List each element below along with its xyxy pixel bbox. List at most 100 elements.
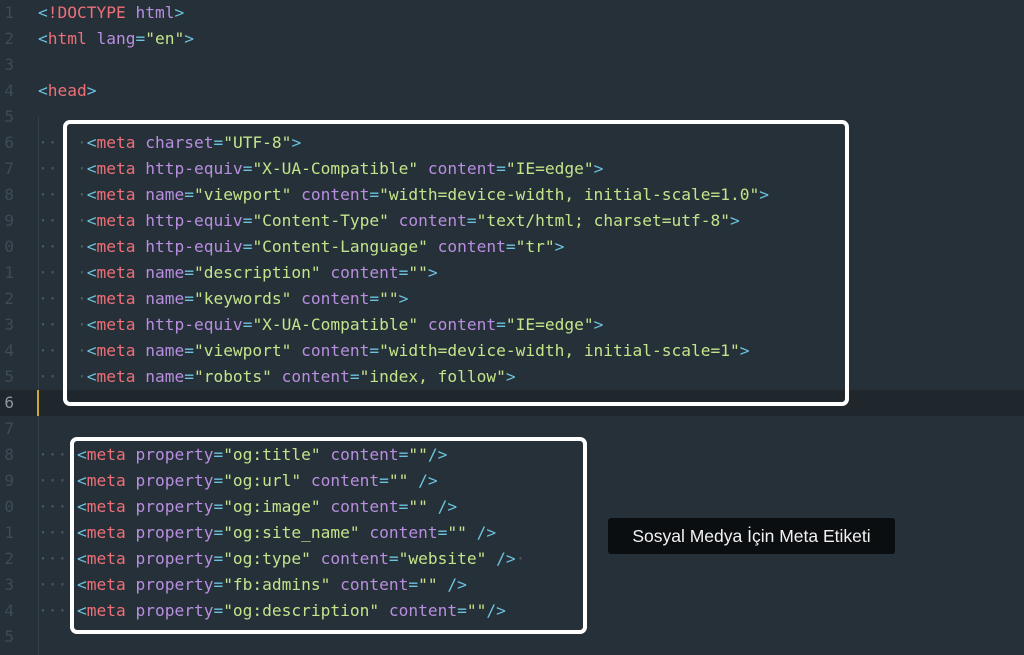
token-str: "UTF-8" [223,133,292,152]
token-br: > [593,315,604,334]
token-br: > [739,341,750,360]
token-eq: = [369,185,380,204]
code-line[interactable]: 8 ·· ·<meta name="viewport" content="widt… [0,182,1024,208]
code-line[interactable]: 5 [0,624,1024,650]
line-number: 3 [4,575,14,594]
line-number: 9 [4,471,14,490]
token-str: "viewport" [193,185,292,204]
code-line[interactable]: 1 ·· ·<meta name="description" content=""… [0,260,1024,286]
whitespace-marker: ·· · [38,367,87,386]
line-code: ·· ·<meta http-equiv="X-UA-Compatible" c… [38,312,603,338]
code-line[interactable]: 8 ··· <meta property="og:title" content="… [0,442,1024,468]
token-str: "keywords" [193,289,292,308]
code-line[interactable]: 4 <head> [0,78,1024,104]
token-tag: meta [86,497,126,516]
token-attr: content [330,445,399,464]
token-kw: html [135,3,175,22]
token-eq: = [184,185,194,204]
token-q: " [145,29,155,48]
token-br: < [38,81,48,100]
line-code: ··· <meta property="og:type" content="we… [38,546,525,572]
token-ws [272,367,282,386]
token-str: "IE=edge" [505,159,594,178]
code-line[interactable]: 4 ··· <meta property="og:description" con… [0,598,1024,624]
whitespace-marker: ·· · [38,211,87,230]
token-attr: property [135,575,214,594]
whitespace-marker: ·· · [38,341,87,360]
token-tag: !DOCTYPE [47,3,126,22]
token-attr: content [437,237,506,256]
token-eq: = [398,263,409,282]
code-line[interactable]: 3 ·· ·<meta http-equiv="X-UA-Compatible" … [0,312,1024,338]
token-tag: meta [86,523,126,542]
token-ws [418,159,428,178]
code-line[interactable]: 1 <!DOCTYPE html> [0,0,1024,26]
line-number: 3 [4,55,14,74]
token-ws [321,497,331,516]
token-eq: = [184,263,194,282]
token-eq: = [242,159,253,178]
token-attr: content [301,341,370,360]
token-tag: meta [96,367,136,386]
token-br: > [593,159,604,178]
token-attr: name [145,185,185,204]
token-str: "fb:admins" [223,575,331,594]
code-line[interactable]: 6 [0,390,1024,416]
line-code: ·· ·<meta name="keywords" content=""> [38,286,408,312]
code-line[interactable]: 7 [0,416,1024,442]
token-ws [291,341,301,360]
token-str: "viewport" [193,341,292,360]
line-number: 5 [4,627,14,646]
token-attr: content [320,549,389,568]
code-editor[interactable]: 1 <!DOCTYPE html> 2 <html lang="en"> 3 4 <head… [0,0,1024,655]
code-line[interactable]: 4 ·· ·<meta name="viewport" content="widt… [0,338,1024,364]
line-number: 4 [4,81,14,100]
line-number: 5 [4,367,14,386]
token-tag: meta [96,237,136,256]
line-code: ··· <meta property="og:url" content="" /… [38,468,438,494]
token-eq: = [213,445,224,464]
token-attr: name [145,263,185,282]
code-line[interactable]: 7 ·· ·<meta http-equiv="X-UA-Compatible" … [0,156,1024,182]
token-ws [291,289,301,308]
token-br: /> [447,575,467,594]
code-line[interactable]: 9 ··· <meta property="og:url" content="" … [0,468,1024,494]
token-attr: http-equiv [145,211,243,230]
token-br: < [76,523,87,542]
token-br: < [76,445,87,464]
code-line[interactable]: 0 ·· ·<meta http-equiv="Content-Language"… [0,234,1024,260]
token-attr: property [135,523,214,542]
token-br: > [291,133,302,152]
code-line[interactable]: 5 ·· ·<meta name="robots" content="index,… [0,364,1024,390]
token-eq: = [213,523,224,542]
line-number: 5 [4,107,14,126]
code-line[interactable]: 3 [0,52,1024,78]
line-number: 2 [4,29,14,48]
token-eq: = [505,237,516,256]
line-code: <html lang="en"> [38,26,194,52]
code-line[interactable]: 0 ··· <meta property="og:image" content="… [0,494,1024,520]
code-line[interactable]: 9 ·· ·<meta http-equiv="Content-Type" con… [0,208,1024,234]
token-tag: meta [86,471,126,490]
token-eq: = [466,211,477,230]
code-line[interactable]: 6 ·· ·<meta charset="UTF-8"> [0,130,1024,156]
code-line[interactable]: 3 ··· <meta property="fb:admins" content=… [0,572,1024,598]
whitespace-marker: ··· [38,575,77,594]
token-attr: content [301,289,370,308]
token-br: < [76,549,87,568]
code-line[interactable]: 2 <html lang="en"> [0,26,1024,52]
token-ws [301,471,311,490]
code-line[interactable]: 5 [0,104,1024,130]
token-ws [126,3,136,22]
token-eq: = [184,289,194,308]
token-eq: = [369,289,380,308]
token-eq: = [184,341,194,360]
token-tag: meta [96,315,136,334]
token-eq: = [242,211,253,230]
token-eq: = [437,523,448,542]
token-ws [408,471,418,490]
token-eq: = [213,601,224,620]
code-line[interactable]: 2 ·· ·<meta name="keywords" content=""> [0,286,1024,312]
token-str: "description" [193,263,321,282]
line-code: ··· <meta property="fb:admins" content="… [38,572,467,598]
